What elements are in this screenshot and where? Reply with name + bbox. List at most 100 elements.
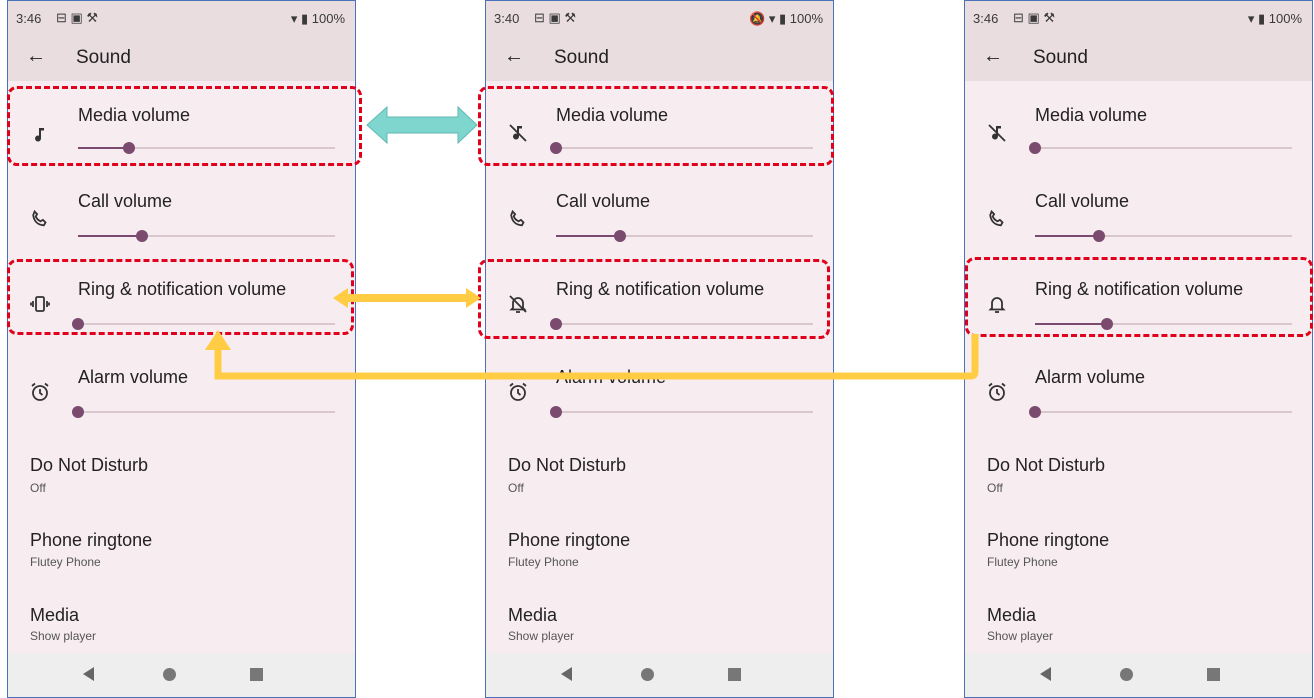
pref-subtitle: Off [30,481,46,495]
phone-screen-3: 3:46 ⊟ ▣ ⚒ ▾ ▮ 100% ← Sound Media volume… [964,0,1313,698]
media-item[interactable]: Media Show player [965,593,1312,653]
navigation-bar [965,653,1312,697]
slider-thumb[interactable] [550,406,562,418]
back-arrow-icon[interactable]: ← [983,45,1003,68]
pref-title: Media [30,605,80,625]
call-volume-label: Call volume [556,191,651,211]
pref-title: Do Not Disturb [508,455,627,475]
pref-title: Media [508,605,558,625]
ring-volume-highlight [7,259,354,335]
nav-back-icon[interactable] [1040,667,1051,681]
battery-percent: 100% [1268,11,1302,26]
phone-ringtone-item[interactable]: Phone ringtone Flutey Phone [965,517,1312,587]
nav-home-icon[interactable] [641,668,654,681]
status-notification-icons: ⊟ ▣ ⚒ [1013,10,1056,25]
pref-subtitle: Off [987,481,1003,495]
pref-title: Do Not Disturb [30,455,149,475]
nav-recents-icon[interactable] [1207,668,1220,681]
call-volume-slider[interactable] [1035,230,1292,242]
pref-title: Do Not Disturb [987,455,1106,475]
media-item[interactable]: Media Show player [8,593,355,653]
alarm-icon [506,380,530,404]
call-volume-row: Call volume [965,179,1312,259]
pref-title: Phone ringtone [508,530,631,550]
slider-thumb[interactable] [72,406,84,418]
media-volume-slider[interactable] [1029,142,1292,154]
alarm-volume-label: Alarm volume [1035,367,1146,387]
pref-subtitle: Flutey Phone [30,555,101,569]
media-volume-highlight [7,86,362,166]
phone-icon [985,207,1009,231]
media-volume-row: Media volume [965,93,1312,173]
alarm-volume-slider[interactable] [1029,406,1292,418]
nav-back-icon[interactable] [561,667,572,681]
back-arrow-icon[interactable]: ← [504,45,524,68]
pref-title: Phone ringtone [987,530,1110,550]
status-time: 3:46 [973,11,999,26]
nav-back-icon[interactable] [83,667,94,681]
call-volume-row: Call volume [486,179,833,259]
page-title: Sound [76,47,131,68]
nav-home-icon[interactable] [163,668,176,681]
pref-title: Phone ringtone [30,530,153,550]
status-time: 3:40 [494,11,520,26]
pref-subtitle: Show player [508,629,575,643]
call-volume-label: Call volume [1035,191,1130,211]
alarm-volume-label: Alarm volume [78,367,189,387]
ring-volume-highlight [965,257,1313,337]
slider-thumb[interactable] [614,230,627,242]
media-volume-compare-arrow [366,105,478,145]
slider-thumb[interactable] [1029,142,1041,154]
pref-subtitle: Flutey Phone [987,555,1058,569]
alarm-volume-row: Alarm volume [486,355,833,435]
alarm-volume-slider[interactable] [550,406,813,418]
alarm-volume-row: Alarm volume [965,355,1312,435]
phone-ringtone-item[interactable]: Phone ringtone Flutey Phone [8,517,355,587]
music-off-icon [985,121,1009,145]
pref-title: Media [987,605,1037,625]
page-title: Sound [554,47,609,68]
nav-home-icon[interactable] [1120,668,1133,681]
app-bar: ← Sound [486,35,833,81]
status-right-icons: ▾ ▮ 100% [1247,11,1302,26]
phone-icon [506,207,530,231]
pref-subtitle: Off [508,481,524,495]
media-volume-label: Media volume [1035,105,1148,125]
call-volume-label: Call volume [78,191,173,211]
phone-icon [28,207,52,231]
nav-recents-icon[interactable] [728,668,741,681]
slider-thumb[interactable] [136,230,149,242]
navigation-bar [8,653,355,697]
do-not-disturb-item[interactable]: Do Not Disturb Off [486,441,833,511]
phone-ringtone-item[interactable]: Phone ringtone Flutey Phone [486,517,833,587]
alarm-volume-label: Alarm volume [556,367,667,387]
media-volume-highlight [478,86,834,166]
alarm-volume-slider[interactable] [72,406,335,418]
status-time: 3:46 [16,11,42,26]
pref-subtitle: Show player [30,629,97,643]
navigation-bar [486,653,833,697]
status-bar: 3:40 ⊟ ▣ ⚒ 🔕 ▾ ▮ 100% [486,1,833,35]
do-not-disturb-item[interactable]: Do Not Disturb Off [965,441,1312,511]
back-arrow-icon[interactable]: ← [26,45,46,68]
media-item[interactable]: Media Show player [486,593,833,653]
alarm-icon [28,380,52,404]
pref-subtitle: Flutey Phone [508,555,579,569]
nav-recents-icon[interactable] [250,668,263,681]
slider-thumb[interactable] [1029,406,1041,418]
call-volume-slider[interactable] [556,230,813,242]
app-bar: ← Sound [965,35,1312,81]
status-bar: 3:46 ⊟ ▣ ⚒ ▾ ▮ 100% [965,1,1312,35]
ring-volume-highlight [478,259,830,339]
page-title: Sound [1033,47,1088,68]
call-volume-slider[interactable] [78,230,335,242]
status-right-icons: 🔕 ▾ ▮ 100% [749,11,823,26]
alarm-volume-row: Alarm volume [8,355,355,435]
status-notification-icons: ⊟ ▣ ⚒ [56,10,99,25]
battery-percent: 100% [311,11,345,26]
slider-thumb[interactable] [1093,230,1106,242]
status-right-icons: ▾ ▮ 100% [290,11,345,26]
status-bar: 3:46 ⊟ ▣ ⚒ ▾ ▮ 100% [8,1,355,35]
alarm-icon [985,380,1009,404]
do-not-disturb-item[interactable]: Do Not Disturb Off [8,441,355,511]
